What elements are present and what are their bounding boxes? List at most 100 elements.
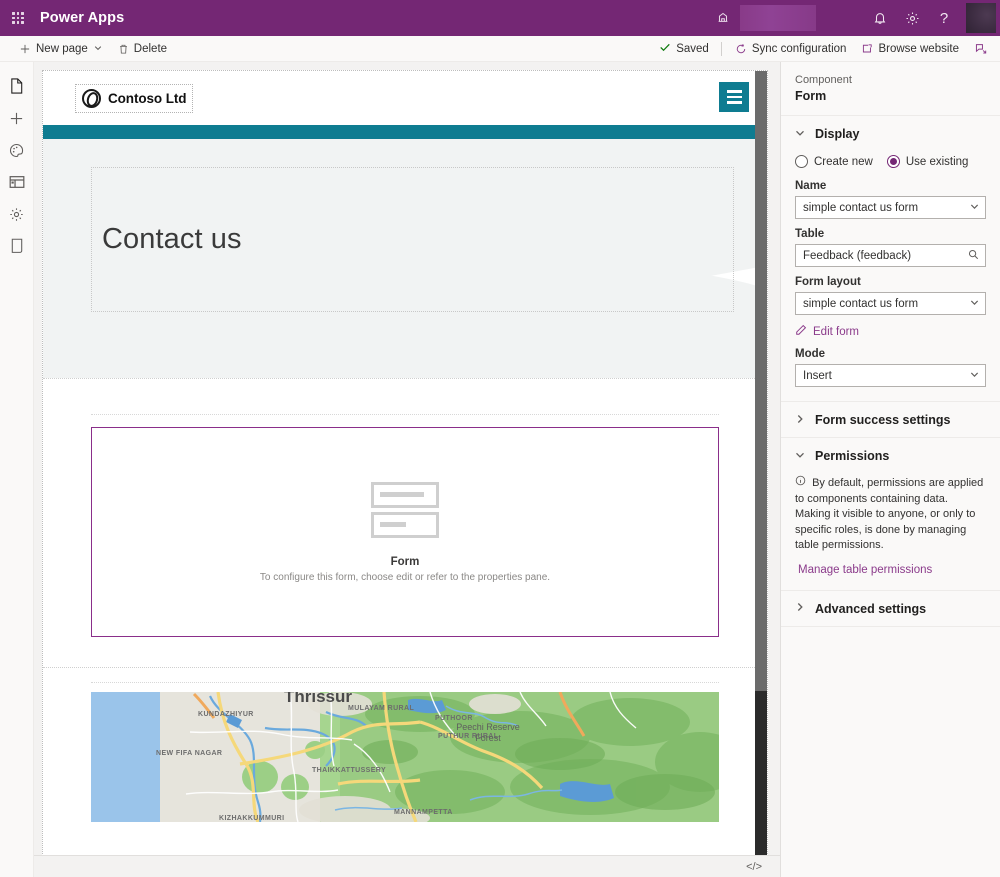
permissions-note: By default, permissions are applied to c…	[795, 475, 986, 554]
chevron-down-icon[interactable]	[94, 44, 102, 54]
site-nav-bar[interactable]	[43, 125, 767, 139]
editor-body: Contoso Ltd Contact us Form To configure…	[0, 62, 1000, 877]
plus-icon	[19, 43, 31, 55]
mode-field-label: Mode	[795, 348, 826, 360]
radio-create-new[interactable]: Create new	[795, 155, 873, 168]
code-view-icon[interactable]: </>	[740, 861, 768, 873]
edit-form-link[interactable]: Edit form	[795, 324, 986, 339]
settings-gear-icon[interactable]	[896, 0, 928, 36]
section-permissions-label: Permissions	[815, 449, 890, 463]
properties-pane: Component Form Display Create new Use ex…	[780, 62, 1000, 877]
sync-configuration-button[interactable]: Sync configuration	[728, 40, 854, 58]
section-form-success-header[interactable]: Form success settings	[781, 402, 1000, 437]
browse-website-label: Browse website	[878, 42, 959, 55]
environment-icon[interactable]	[716, 10, 730, 27]
form-component-placeholder[interactable]: Form To configure this form, choose edit…	[91, 427, 719, 637]
suite-bar: Power Apps ?	[0, 0, 1000, 36]
chevron-down-icon	[970, 370, 979, 381]
sidebar-item-theme[interactable]	[2, 134, 32, 166]
map-embed[interactable]: Thrissur KUNDAZHIYUR NEW FIFA NAGAR THAI…	[91, 692, 719, 822]
contoso-logo-icon	[82, 88, 101, 108]
app-launcher-icon[interactable]	[0, 0, 36, 36]
form-layout-dropdown[interactable]: simple contact us form	[795, 292, 986, 315]
mode-dropdown[interactable]: Insert	[795, 364, 986, 387]
left-rail	[0, 62, 34, 877]
sync-circle-icon	[735, 43, 747, 55]
command-bar: New page Delete Saved Sync configuration…	[0, 36, 1000, 62]
save-status: Saved	[653, 38, 715, 59]
svg-text:Forest: Forest	[475, 733, 501, 743]
section-form-success: Form success settings	[781, 402, 1000, 438]
new-page-button[interactable]: New page	[12, 40, 109, 58]
trash-icon	[118, 43, 129, 55]
section-advanced: Advanced settings	[781, 591, 1000, 627]
chevron-down-icon	[970, 298, 979, 309]
chevron-down-icon	[795, 450, 805, 463]
form-section-inner: Form To configure this form, choose edit…	[91, 414, 719, 637]
component-title: Form	[795, 89, 827, 103]
name-dropdown-value: simple contact us form	[803, 201, 919, 214]
sync-configuration-label: Sync configuration	[751, 42, 847, 55]
svg-text:Peechi Reserve: Peechi Reserve	[456, 722, 520, 732]
website-canvas[interactable]: Contoso Ltd Contact us Form To configure…	[42, 70, 768, 870]
radio-use-existing[interactable]: Use existing	[886, 155, 969, 168]
canvas-scrollbar[interactable]	[755, 71, 767, 869]
form-source-radio-group: Create new Use existing	[795, 155, 986, 168]
site-logo-label: Contoso Ltd	[108, 90, 187, 106]
section-display-header[interactable]: Display	[781, 116, 1000, 151]
form-layout-value: simple contact us form	[803, 297, 919, 310]
search-icon[interactable]	[968, 249, 979, 262]
suite-actions: ?	[864, 0, 1000, 36]
hero-section[interactable]: Contact us	[43, 139, 767, 379]
form-layout-field-label: Form layout	[795, 276, 861, 288]
map-section[interactable]: Thrissur KUNDAZHIYUR NEW FIFA NAGAR THAI…	[43, 668, 767, 822]
environment-region	[716, 0, 816, 36]
environment-name-redacted	[740, 5, 816, 31]
hamburger-menu-icon[interactable]	[719, 82, 749, 112]
svg-text:PUTHOOR: PUTHOOR	[435, 715, 473, 722]
section-permissions-header[interactable]: Permissions	[781, 438, 1000, 473]
svg-text:KUNDAZHIYUR: KUNDAZHIYUR	[198, 711, 254, 718]
command-bar-left: New page Delete	[0, 40, 174, 58]
sidebar-item-settings[interactable]	[2, 198, 32, 230]
saved-label: Saved	[676, 42, 709, 55]
sidebar-item-device[interactable]	[2, 230, 32, 262]
chevron-right-icon	[795, 602, 805, 615]
sidebar-item-data[interactable]	[2, 166, 32, 198]
table-lookup-input[interactable]: Feedback (feedback)	[795, 244, 986, 267]
help-icon[interactable]: ?	[928, 0, 960, 36]
table-lookup-value: Feedback (feedback)	[803, 249, 912, 262]
svg-text:KIZHAKKUMMURI: KIZHAKKUMMURI	[219, 815, 284, 822]
canvas-area: Contoso Ltd Contact us Form To configure…	[34, 62, 780, 877]
notifications-icon[interactable]	[864, 0, 896, 36]
delete-label: Delete	[133, 42, 168, 55]
user-avatar[interactable]	[966, 3, 996, 33]
sidebar-item-pages[interactable]	[2, 70, 32, 102]
site-header[interactable]: Contoso Ltd	[43, 71, 767, 125]
name-dropdown[interactable]: simple contact us form	[795, 196, 986, 219]
radio-use-existing-label: Use existing	[905, 155, 969, 168]
map-section-divider	[91, 682, 719, 692]
site-logo[interactable]: Contoso Ltd	[75, 83, 194, 113]
info-icon	[795, 475, 809, 489]
browse-website-button[interactable]: Browse website	[854, 40, 966, 58]
edit-form-label: Edit form	[813, 325, 860, 338]
pin-pane-button[interactable]	[967, 39, 994, 58]
form-placeholder-title: Form	[390, 555, 420, 568]
component-kicker: Component	[795, 74, 852, 86]
section-advanced-label: Advanced settings	[815, 601, 927, 616]
hero-text-block[interactable]: Contact us	[91, 167, 734, 312]
canvas-scrollbar-thumb[interactable]	[755, 691, 767, 869]
section-permissions: Permissions By default, permissions are …	[781, 438, 1000, 591]
manage-table-permissions-link[interactable]: Manage table permissions	[795, 564, 986, 576]
sidebar-item-add[interactable]	[2, 102, 32, 134]
waffle-grid	[12, 12, 24, 24]
command-bar-right: Saved Sync configuration Browse website	[653, 38, 994, 59]
permissions-note-text: By default, permissions are applied to c…	[795, 477, 984, 551]
form-section[interactable]: Form To configure this form, choose edit…	[43, 379, 767, 668]
section-advanced-header[interactable]: Advanced settings	[781, 591, 1000, 626]
checkmark-icon	[659, 41, 671, 56]
app-brand-title[interactable]: Power Apps	[40, 10, 124, 26]
map-graphic: Thrissur KUNDAZHIYUR NEW FIFA NAGAR THAI…	[91, 692, 719, 822]
delete-button[interactable]: Delete	[111, 40, 174, 58]
